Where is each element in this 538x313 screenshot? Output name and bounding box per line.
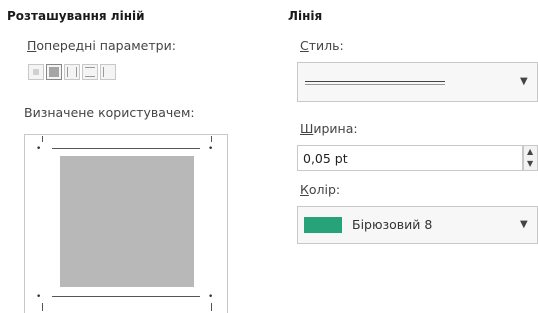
width-label: Ширина: bbox=[300, 121, 358, 136]
user-defined-label: Визначене користувачем: bbox=[24, 105, 195, 120]
presets-label-rest: опередні параметри: bbox=[36, 38, 176, 53]
placement-title: Розташування ліній bbox=[7, 9, 145, 23]
color-label-rest: олір: bbox=[308, 182, 341, 197]
color-label: Колір: bbox=[300, 182, 340, 197]
width-label-rest: ирина: bbox=[313, 121, 358, 136]
tick-top-right bbox=[211, 136, 212, 142]
corner-marker-top-left: • bbox=[36, 144, 42, 154]
preset-box-button[interactable] bbox=[46, 64, 62, 80]
spinner-up-icon[interactable]: ▲ bbox=[527, 147, 533, 156]
style-label-accel: С bbox=[300, 38, 309, 53]
tick-bottom-right bbox=[211, 303, 212, 311]
presets-label: Попередні параметри: bbox=[27, 38, 176, 53]
width-spinner[interactable]: ▲ ▼ bbox=[523, 145, 538, 171]
line-title: Лінія bbox=[288, 9, 323, 23]
preset-left-right-button[interactable] bbox=[64, 64, 80, 80]
preset-none-button[interactable] bbox=[28, 64, 44, 80]
spinner-down-icon[interactable]: ▼ bbox=[527, 159, 533, 168]
chevron-down-icon: ▼ bbox=[520, 219, 528, 230]
tick-top-left bbox=[42, 136, 43, 142]
line-color-dropdown[interactable]: Бірюзовий 8 ▼ bbox=[297, 206, 538, 244]
presets-group bbox=[28, 64, 116, 80]
preview-content-area bbox=[60, 156, 194, 287]
preset-left-button[interactable] bbox=[100, 64, 116, 80]
color-swatch bbox=[304, 217, 342, 233]
preview-top-border-line[interactable] bbox=[52, 148, 200, 149]
preset-top-bottom-button[interactable] bbox=[82, 64, 98, 80]
presets-label-accel: П bbox=[27, 38, 37, 53]
color-label-accel: К bbox=[300, 182, 309, 197]
line-style-preview bbox=[305, 81, 445, 82]
style-label: Стиль: bbox=[300, 38, 344, 53]
tick-bottom-left bbox=[42, 303, 43, 311]
corner-marker-top-right: • bbox=[208, 144, 214, 154]
corner-marker-bottom-right: • bbox=[208, 292, 214, 302]
chevron-down-icon: ▼ bbox=[520, 76, 528, 87]
width-input[interactable]: 0,05 pt bbox=[297, 145, 523, 171]
line-style-dropdown[interactable]: ▼ bbox=[297, 62, 538, 102]
color-name: Бірюзовий 8 bbox=[352, 217, 433, 232]
corner-marker-bottom-left: • bbox=[36, 292, 42, 302]
line-style-preview-secondary bbox=[305, 84, 445, 85]
width-label-accel: Ш bbox=[300, 121, 314, 136]
preview-bottom-border-line[interactable] bbox=[52, 296, 200, 297]
style-label-rest: тиль: bbox=[308, 38, 344, 53]
